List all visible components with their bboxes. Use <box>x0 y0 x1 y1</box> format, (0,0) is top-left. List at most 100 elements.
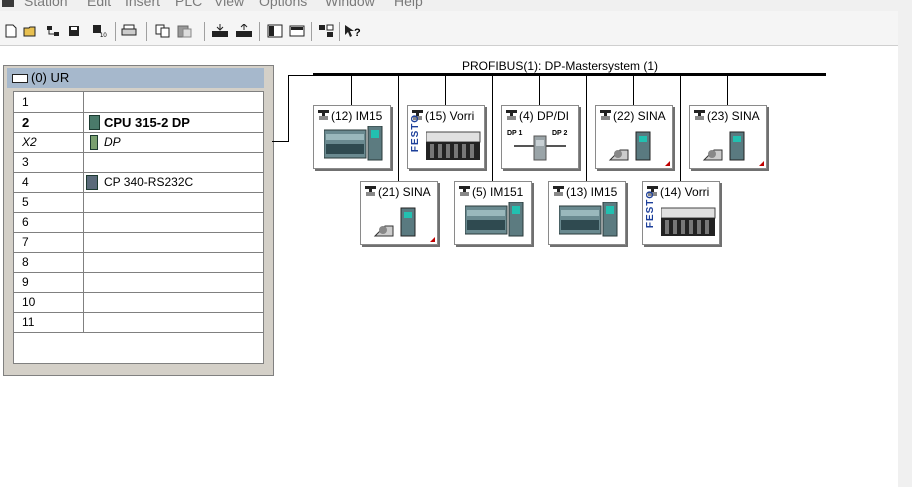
rack-row-slot-6[interactable]: 6 <box>14 212 263 233</box>
menu-view[interactable]: View <box>214 0 244 9</box>
module-name: CPU 315-2 DP <box>104 115 190 130</box>
toolbar-separator <box>259 22 260 41</box>
menu-edit[interactable]: Edit <box>87 0 111 9</box>
slave-icon <box>600 110 611 120</box>
slot-number: 4 <box>22 175 29 189</box>
menu-plc[interactable]: PLC <box>175 0 202 9</box>
menu-station[interactable]: Station <box>24 0 68 9</box>
dp-slave-12[interactable]: (12) IM15 <box>313 105 391 169</box>
dp-slave-23[interactable]: (23) SINA <box>689 105 767 169</box>
slot-number: 6 <box>22 215 29 229</box>
slave-label: (13) IM15 <box>566 185 618 199</box>
slave-label: (14) Vorri <box>660 185 710 199</box>
festo-logo: FESTO <box>410 114 421 153</box>
rack-title-bar[interactable]: (0) UR <box>7 68 264 88</box>
slave-label: (22) SINA <box>613 109 666 123</box>
paste-icon[interactable] <box>176 22 194 40</box>
menu-help[interactable]: Help <box>394 0 423 9</box>
sinamics-drive-icon <box>608 131 651 161</box>
toolbar-separator <box>311 22 312 41</box>
module-name: CP 340-RS232C <box>104 175 194 189</box>
bus-drop <box>680 76 681 181</box>
slave-icon <box>506 110 517 120</box>
rack-row-slot-9[interactable]: 9 <box>14 272 263 293</box>
rack-row-slot-4[interactable]: 4 CP 340-RS232C <box>14 172 263 193</box>
sinamics-drive-icon <box>373 207 416 237</box>
save-icon[interactable] <box>65 22 83 40</box>
print-icon[interactable] <box>120 22 138 40</box>
bus-drop <box>445 76 446 105</box>
profibus-label[interactable]: PROFIBUS(1): DP-Mastersystem (1) <box>462 59 658 73</box>
rack-row-slot-2[interactable]: 2 CPU 315-2 DP <box>14 112 263 133</box>
slave-label: (5) IM151 <box>472 185 524 199</box>
slot-number: 5 <box>22 195 29 209</box>
menu-insert[interactable]: Insert <box>125 0 160 9</box>
dp-slave-22[interactable]: (22) SINA <box>595 105 673 169</box>
rack-title: (0) UR <box>31 70 70 85</box>
rack-row-slot-8[interactable]: 8 <box>14 252 263 273</box>
upload-icon[interactable] <box>235 22 253 40</box>
dp-slave-21[interactable]: (21) SINA <box>360 181 438 245</box>
dp-dp-coupler-icon <box>514 135 566 161</box>
new-icon[interactable] <box>2 22 20 40</box>
slot-number: 11 <box>22 315 35 329</box>
menu-options[interactable]: Options <box>259 0 307 9</box>
dp-slave-5[interactable]: (5) IM151 <box>454 181 532 245</box>
copy-icon[interactable] <box>154 22 172 40</box>
bus-drop <box>539 76 540 105</box>
slave-icon <box>694 110 705 120</box>
svg-text:10: 10 <box>100 33 107 38</box>
toolbar-separator <box>339 22 340 41</box>
rack-row-slot-x2[interactable]: X2 DP <box>14 132 263 153</box>
bus-drop <box>633 76 634 105</box>
bus-drop <box>398 76 399 181</box>
status-corner <box>665 161 670 166</box>
rack-row-slot-7[interactable]: 7 <box>14 232 263 253</box>
toolbar: 10 ? <box>0 11 898 46</box>
dp-slave-15[interactable]: FESTO (15) Vorri <box>407 105 485 169</box>
slot-number: 2 <box>22 115 30 130</box>
rack-table[interactable]: 1 2 CPU 315-2 DP X2 DP 3 4 CP 340-RS232C… <box>13 91 264 364</box>
slave-label: (21) SINA <box>378 185 431 199</box>
bus-drop <box>492 76 493 181</box>
accessible-nodes-icon[interactable] <box>45 22 63 40</box>
rack-row-slot-3[interactable]: 3 <box>14 152 263 173</box>
rack-icon <box>12 74 28 83</box>
toolbar-separator <box>115 22 116 41</box>
rack-row-slot-5[interactable]: 5 <box>14 192 263 213</box>
slave-label: (23) SINA <box>707 109 760 123</box>
valve-terminal-icon <box>661 207 716 236</box>
status-corner <box>430 237 435 242</box>
dp-slave-4[interactable]: (4) DP/DI DP 1 DP 2 <box>501 105 579 169</box>
slave-icon <box>318 110 329 120</box>
menu-window[interactable]: Window <box>325 0 375 9</box>
network-icon[interactable] <box>317 22 335 40</box>
module-name: DP <box>104 135 121 149</box>
rack-window[interactable]: (0) UR 1 2 CPU 315-2 DP X2 DP 3 4 CP 340… <box>3 65 274 376</box>
overview-icon[interactable] <box>288 22 306 40</box>
slot-number: 10 <box>22 295 36 309</box>
slot-number: 8 <box>22 255 29 269</box>
help-icon[interactable]: ? <box>344 22 362 40</box>
slave-icon <box>553 186 564 196</box>
app-icon <box>2 0 14 7</box>
dp-slave-14[interactable]: FESTO (14) Vorri <box>642 181 720 245</box>
rack-row-slot-11[interactable]: 11 <box>14 312 263 333</box>
catalog-icon[interactable] <box>266 22 284 40</box>
slave-label: (4) DP/DI <box>519 109 570 123</box>
slave-icon <box>365 186 376 196</box>
bus-drop <box>351 76 352 105</box>
dp-slave-13[interactable]: (13) IM15 <box>548 181 626 245</box>
download-icon[interactable] <box>211 22 229 40</box>
profibus-line[interactable] <box>313 73 826 76</box>
save-compile-icon[interactable]: 10 <box>91 22 109 40</box>
bus-drop <box>727 76 728 105</box>
window-edge <box>898 0 912 487</box>
cpu-module-icon <box>89 115 100 130</box>
rack-row-slot-10[interactable]: 10 <box>14 292 263 313</box>
valve-terminal-icon <box>426 131 481 160</box>
open-icon[interactable] <box>22 22 40 40</box>
rack-row-slot-1[interactable]: 1 <box>14 92 263 113</box>
festo-logo: FESTO <box>645 190 656 229</box>
slot-number: X2 <box>22 135 37 149</box>
